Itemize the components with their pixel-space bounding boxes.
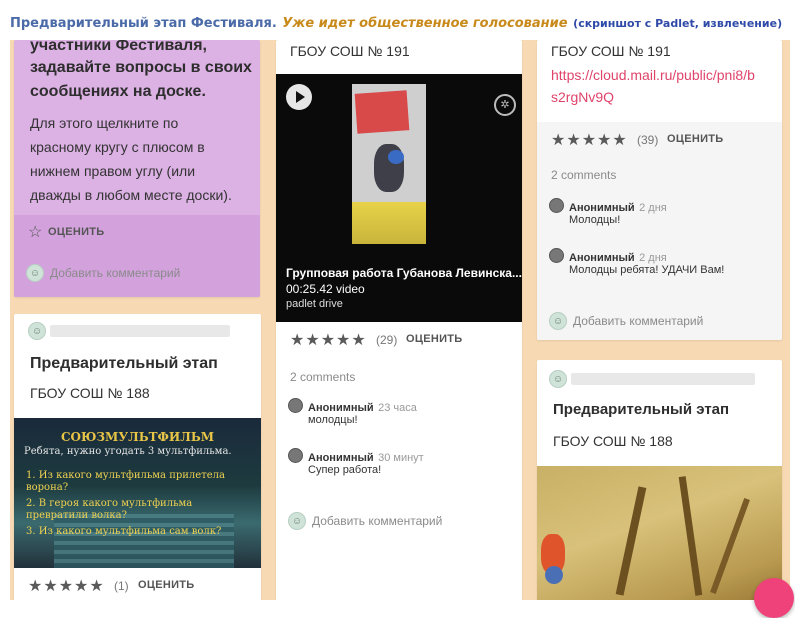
author-name-redacted — [50, 325, 230, 337]
pinwheel-logo-icon: ✲ — [494, 94, 516, 116]
comment-text: Супер работа! — [308, 464, 382, 476]
caption-header: Предварительный этап Фестиваля. Уже идет… — [0, 0, 795, 40]
rate-button[interactable]: ОЦЕНИТЬ — [138, 579, 195, 591]
instruction-heading-3: сообщениях на доске. — [30, 83, 206, 100]
post-title: Предварительный этап — [30, 355, 218, 372]
blue-figure — [545, 566, 563, 584]
quiz-question-1: 1. Из какого мультфильма прилетела ворон… — [26, 470, 225, 493]
comment-time: 23 часа — [378, 402, 417, 414]
instruction-card[interactable]: участники Фестиваля, задавайте вопросы в… — [14, 40, 260, 297]
comment-text: молодцы! — [308, 414, 358, 426]
post-school: ГБОУ СОШ № 188 — [553, 433, 673, 449]
caption-line: Предварительный этап Фестиваля. Уже идет… — [10, 12, 782, 31]
author-avatar-icon: ☺ — [549, 370, 567, 388]
add-comment-button[interactable]: ☺ Добавить комментарий — [26, 264, 246, 282]
author-name-redacted — [571, 373, 755, 385]
padlet-board[interactable]: участники Фестиваля, задавайте вопросы в… — [10, 40, 790, 600]
post-school: ГБОУ СОШ № 191 — [551, 43, 671, 59]
instruction-text-3: нижнем правом углу (или — [30, 163, 196, 179]
rating-count: (39) — [637, 133, 659, 147]
commenter-name: Анонимный — [569, 252, 635, 264]
blue-hat-shape — [388, 150, 404, 164]
video-player[interactable]: ✲ Групповая работа Губанова Левинска... … — [276, 74, 522, 322]
instruction-text-4: дважды в любом месте доски). — [30, 187, 232, 203]
comment-time: 2 дня — [639, 202, 667, 214]
caption-part-2: Уже идет общественное голосование — [282, 16, 568, 31]
commenter-name: Анонимный — [308, 452, 374, 464]
comment-time: 30 минут — [378, 452, 424, 464]
play-icon[interactable] — [286, 84, 312, 110]
commenter-name: Анонимный — [569, 202, 635, 214]
caption-part-1: Предварительный этап Фестиваля. — [10, 16, 277, 31]
comments-count[interactable]: 2 comments — [551, 168, 616, 182]
instruction-text-2: красному кругу с плюсом в — [30, 139, 205, 155]
rating-row: ★★★★★ (39) ОЦЕНИТЬ — [551, 130, 771, 150]
rate-label: ОЦЕНИТЬ — [48, 226, 105, 238]
video-duration: 00:25.42 video — [286, 282, 365, 296]
post-school: ГБОУ СОШ № 191 — [290, 43, 410, 59]
add-comment-button[interactable]: ☺ Добавить комментарий — [549, 312, 769, 330]
user-avatar-icon: ☺ — [288, 512, 306, 530]
red-shape — [354, 90, 410, 134]
rating-stars[interactable]: ★★★★★ — [28, 576, 105, 596]
quiz-question-2: 2. В героя какого мультфильма превратили… — [26, 498, 193, 521]
card-footer — [537, 122, 782, 340]
yellow-base — [352, 202, 426, 244]
rating-row: ★★★★★ (29) ОЦЕНИТЬ — [290, 330, 510, 350]
quiz-brand: СОЮЗМУЛЬТФИЛЬМ — [60, 430, 215, 444]
rating-stars[interactable]: ★★★★★ — [551, 130, 628, 150]
comment-item: Анонимный 2 дня Молодцы! — [549, 196, 774, 230]
commenter-avatar-icon — [549, 248, 564, 263]
post-card-188-right[interactable]: ☺ Предварительный этап ГБОУ СОШ № 188 — [537, 360, 782, 600]
add-post-button[interactable] — [754, 578, 794, 618]
rate-button[interactable]: ОЦЕНИТЬ — [406, 333, 463, 345]
quiz-question-3: 3. Из какого мультфильма сам волк? — [26, 526, 222, 537]
caption-part-3: (скриншот с Padlet, извлечение) — [573, 17, 783, 30]
instruction-heading-2: задавайте вопросы в своих — [30, 59, 252, 76]
post-card-191-link[interactable]: ГБОУ СОШ № 191 https://cloud.mail.ru/pub… — [537, 40, 782, 340]
add-comment-button[interactable]: ☺ Добавить комментарий — [288, 512, 508, 530]
rate-button[interactable]: ☆ ОЦЕНИТЬ — [28, 224, 128, 242]
commenter-avatar-icon — [288, 398, 303, 413]
post-school: ГБОУ СОШ № 188 — [30, 385, 150, 401]
post-card-191-video[interactable]: ГБОУ СОШ № 191 ✲ Групповая работа Губано… — [276, 40, 522, 600]
comment-text: Молодцы ребята! УДАЧИ Вам! — [569, 264, 725, 276]
quiz-image[interactable]: СОЮЗМУЛЬТФИЛЬМ Ребята, нужно угодать 3 м… — [14, 418, 261, 568]
cloud-link-line-1[interactable]: https://cloud.mail.ru/public/pni8/b — [551, 64, 755, 86]
dark-grass-stroke — [615, 486, 647, 596]
dark-grass-stroke — [678, 476, 703, 596]
comment-time: 2 дня — [639, 252, 667, 264]
add-comment-label: Добавить комментарий — [50, 266, 181, 280]
comment-item: Анонимный 23 часа молодцы! — [288, 396, 508, 430]
quiz-subtitle: Ребята, нужно угодать 3 мультфильма. — [24, 446, 232, 457]
video-source: padlet drive — [286, 298, 343, 310]
post-card-188-left[interactable]: ☺ Предварительный этап ГБОУ СОШ № 188 СО… — [14, 314, 261, 600]
rating-row: ★★★★★ (1) ОЦЕНИТЬ — [28, 576, 248, 596]
star-outline-icon: ☆ — [28, 224, 43, 241]
comment-item: Анонимный 30 минут Супер работа! — [288, 446, 508, 480]
rating-count: (1) — [114, 579, 129, 593]
cloud-link-line-2[interactable]: s2rgNv9Q — [551, 86, 614, 108]
comment-item: Анонимный 2 дня Молодцы ребята! УДАЧИ Ва… — [549, 246, 774, 280]
rating-stars[interactable]: ★★★★★ — [290, 330, 367, 350]
author-avatar-icon: ☺ — [28, 322, 46, 340]
rating-count: (29) — [376, 333, 398, 347]
video-thumbnail — [352, 84, 426, 244]
commenter-name: Анонимный — [308, 402, 374, 414]
rate-button[interactable]: ОЦЕНИТЬ — [667, 133, 724, 145]
add-comment-label: Добавить комментарий — [312, 514, 443, 528]
add-comment-label: Добавить комментарий — [573, 314, 704, 328]
comments-count[interactable]: 2 comments — [290, 370, 355, 384]
commenter-avatar-icon — [549, 198, 564, 213]
video-title: Групповая работа Губанова Левинска... — [286, 266, 522, 280]
commenter-avatar-icon — [288, 448, 303, 463]
user-avatar-icon: ☺ — [549, 312, 567, 330]
instruction-text-1: Для этого щелкните по — [30, 115, 179, 131]
comment-text: Молодцы! — [569, 214, 621, 226]
artwork-image[interactable] — [537, 466, 782, 600]
post-title: Предварительный этап — [553, 401, 730, 418]
dark-grass-stroke — [710, 497, 750, 595]
user-avatar-icon: ☺ — [26, 264, 44, 282]
